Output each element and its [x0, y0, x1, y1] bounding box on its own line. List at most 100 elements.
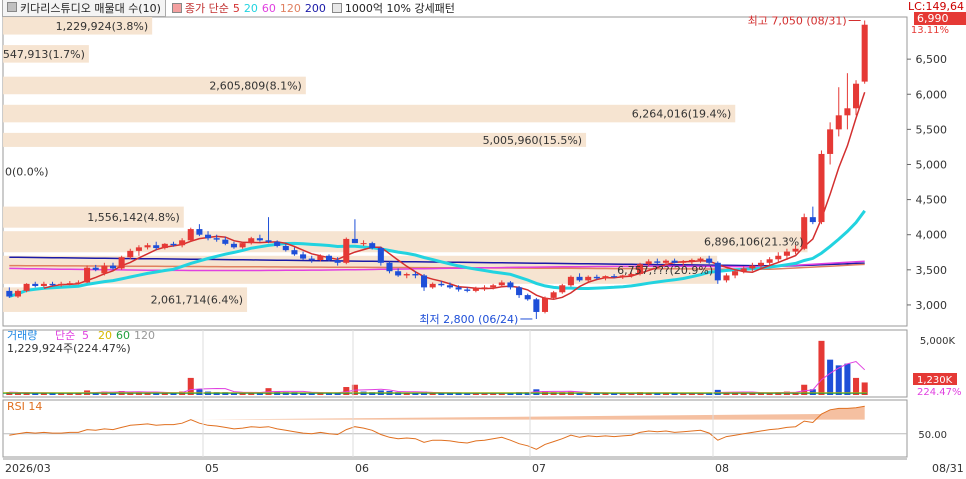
candle-body [196, 229, 203, 235]
candle-body [351, 238, 358, 244]
candle-body [671, 260, 678, 263]
candle-body [49, 283, 56, 286]
stock-color-swatch [7, 2, 17, 12]
candle-body [334, 259, 341, 263]
candle-body [14, 290, 21, 297]
candle-body [40, 283, 47, 286]
chart-canvas: 1,229,924(3.8%) 547,913(1.7%) 2,605,809(8.… [2, 15, 964, 475]
volume-profile-label: 1,229,924(3.8%) [56, 20, 149, 33]
volume-y-tick-label: 5,000K [920, 336, 956, 347]
candle-body [317, 255, 324, 260]
rsi-y-tick-label: 50.00 [918, 430, 947, 441]
volume-ma-period: 120 [134, 329, 155, 342]
x-axis-label: 08 [715, 462, 729, 475]
candle-body [455, 287, 462, 290]
candle-body [92, 267, 99, 270]
volume-profile-label: 6,264,016(19.4%) [632, 108, 732, 121]
ma-period-5: 5 [232, 1, 240, 15]
candle-body [749, 265, 756, 269]
candle-body [377, 248, 384, 263]
candle-body [472, 288, 479, 291]
candle-body [291, 250, 298, 255]
candle-body [490, 285, 497, 288]
volume-bar [818, 340, 825, 395]
candle-body [827, 129, 834, 154]
x-axis-label: 08/31 [932, 462, 964, 475]
candle-body [66, 283, 73, 285]
candle-body [282, 245, 289, 251]
candle-body [170, 243, 177, 246]
candle-body [213, 238, 220, 240]
candle-body [23, 283, 30, 291]
candle-body [395, 271, 402, 276]
candle-body [844, 108, 851, 116]
candle-body [308, 258, 315, 260]
price-y-tick-label: 6,500 [916, 53, 948, 66]
pattern-label: 1000억 10% 강세패턴 [344, 2, 455, 15]
volume-ma-label: 단순 [55, 329, 75, 342]
ma-label: 종가 단순 [184, 2, 229, 15]
volume-profile-label: 1,556,142(4.8%) [87, 211, 180, 224]
volume-profile-label: 5,005,960(15.5%) [483, 134, 583, 147]
candle-body [697, 258, 704, 260]
price-y-tick-label: 5,500 [916, 123, 948, 136]
candle-body [109, 265, 117, 269]
candle-body [714, 262, 721, 281]
candle-body [723, 275, 730, 281]
ma-period-120: 120 [279, 1, 301, 15]
candle-body [429, 283, 436, 288]
candle-body [256, 238, 263, 241]
candle-body [481, 287, 488, 289]
candle-body [585, 276, 592, 281]
volume-profile-label: 6,896,106(21.3%) [704, 236, 804, 249]
candle-body [58, 283, 65, 286]
candle-body [593, 276, 600, 279]
volume-ma-period: 5 [82, 329, 89, 342]
candle-body [818, 153, 825, 223]
candle-body [32, 283, 39, 286]
candle-body [853, 83, 860, 109]
volume-bar [827, 359, 834, 395]
price-y-tick-label: 4,500 [916, 194, 948, 207]
candle-body [541, 297, 549, 312]
candle-body [412, 274, 419, 276]
candle-body [792, 248, 799, 252]
candle-body [550, 292, 557, 298]
price-y-tick-label: 3,500 [916, 264, 948, 277]
rsi-title: RSI 14 [7, 400, 42, 413]
candle-body [300, 254, 307, 259]
candle-body [775, 255, 782, 260]
candle-body [498, 282, 505, 286]
pattern-color-swatch [331, 3, 342, 13]
candle-body [118, 257, 125, 269]
candle-body [205, 234, 212, 239]
candle-body [732, 271, 739, 276]
stock-name-box[interactable]: 키다리스튜디오 매물대 수(10) [2, 0, 166, 17]
ma-period-60: 60 [261, 1, 276, 15]
candle-body [127, 250, 134, 258]
candle-body [809, 217, 816, 223]
candle-body [84, 267, 91, 283]
chart-header: 키다리스튜디오 매물대 수(10) 종가 단순 5 20 60 120 200 … [0, 0, 455, 17]
candle-body [766, 259, 773, 263]
x-axis-label: 07 [532, 462, 546, 475]
volume-title: 거래량 [7, 329, 37, 342]
ma-period-200: 200 [304, 1, 326, 15]
candle-body [567, 276, 574, 286]
candle-body [524, 295, 531, 300]
candle-body [446, 285, 453, 288]
candle-body [369, 243, 376, 249]
candle-body [654, 261, 661, 263]
candle-body [740, 268, 747, 272]
volume-bar [196, 389, 203, 395]
candle-body [533, 299, 540, 312]
ma-period-20: 20 [243, 1, 258, 15]
current-price-tag: 6,990 [914, 12, 966, 25]
candle-body [576, 276, 583, 281]
candle-body [179, 240, 186, 246]
candle-body [360, 243, 367, 245]
rsi-panel-frame [2, 399, 908, 458]
candle-body [325, 255, 333, 260]
price-y-tick-label: 5,000 [916, 158, 948, 171]
candle-body [144, 245, 151, 248]
